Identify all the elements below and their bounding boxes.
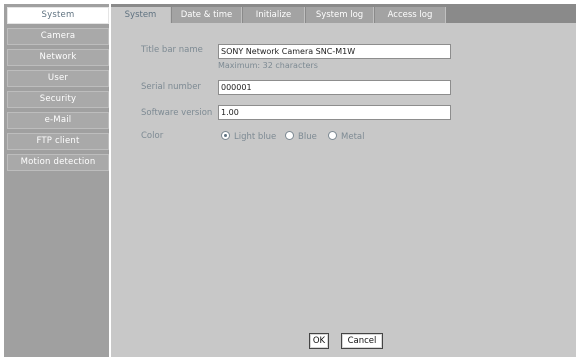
title-bar-name-input[interactable]: SONY Network Camera SNC-M1W [218,44,451,59]
software-version-input[interactable]: 1.00 [218,105,451,120]
tab-system[interactable]: System [111,7,171,23]
sidebar-item-ftp-client[interactable]: FTP client [7,133,109,150]
software-version-label: Software version [141,108,213,118]
radio-icon [285,131,294,140]
sidebar-item-user[interactable]: User [7,70,109,87]
radio-label: Light blue [234,132,277,142]
tab-access-log[interactable]: Access log [375,7,446,23]
color-option-metal[interactable]: Metal [328,131,364,142]
color-option-blue[interactable]: Blue [285,131,317,142]
radio-label: Metal [341,132,365,142]
sidebar-item-system[interactable]: System [7,7,109,24]
sidebar-item-network[interactable]: Network [7,49,109,66]
serial-number-label: Serial number [141,82,201,92]
main-panel: System Date & time Initialize System log… [111,4,576,357]
tab-initialize[interactable]: Initialize [243,7,305,23]
radio-icon [328,131,337,140]
tab-date-time[interactable]: Date & time [172,7,242,23]
sidebar-item-motion-detection[interactable]: Motion detection [7,154,109,171]
title-bar-name-label: Title bar name [141,45,203,55]
sidebar-nav: System Camera Network User Security e-Ma… [4,4,109,357]
radio-selected-icon [221,131,230,140]
sidebar-item-email[interactable]: e-Mail [7,112,109,129]
radio-label: Blue [298,132,317,142]
cancel-button[interactable]: Cancel [341,333,383,349]
sidebar-item-camera[interactable]: Camera [7,28,109,45]
ok-button[interactable]: OK [309,333,329,349]
sidebar-item-security[interactable]: Security [7,91,109,108]
color-label: Color [141,131,164,141]
color-option-light-blue[interactable]: Light blue [221,131,276,142]
tab-bar: System Date & time Initialize System log… [111,4,576,23]
title-bar-name-hint: Maximum: 32 characters [218,61,318,70]
serial-number-input[interactable]: 000001 [218,80,451,95]
tab-system-log[interactable]: System log [306,7,374,23]
